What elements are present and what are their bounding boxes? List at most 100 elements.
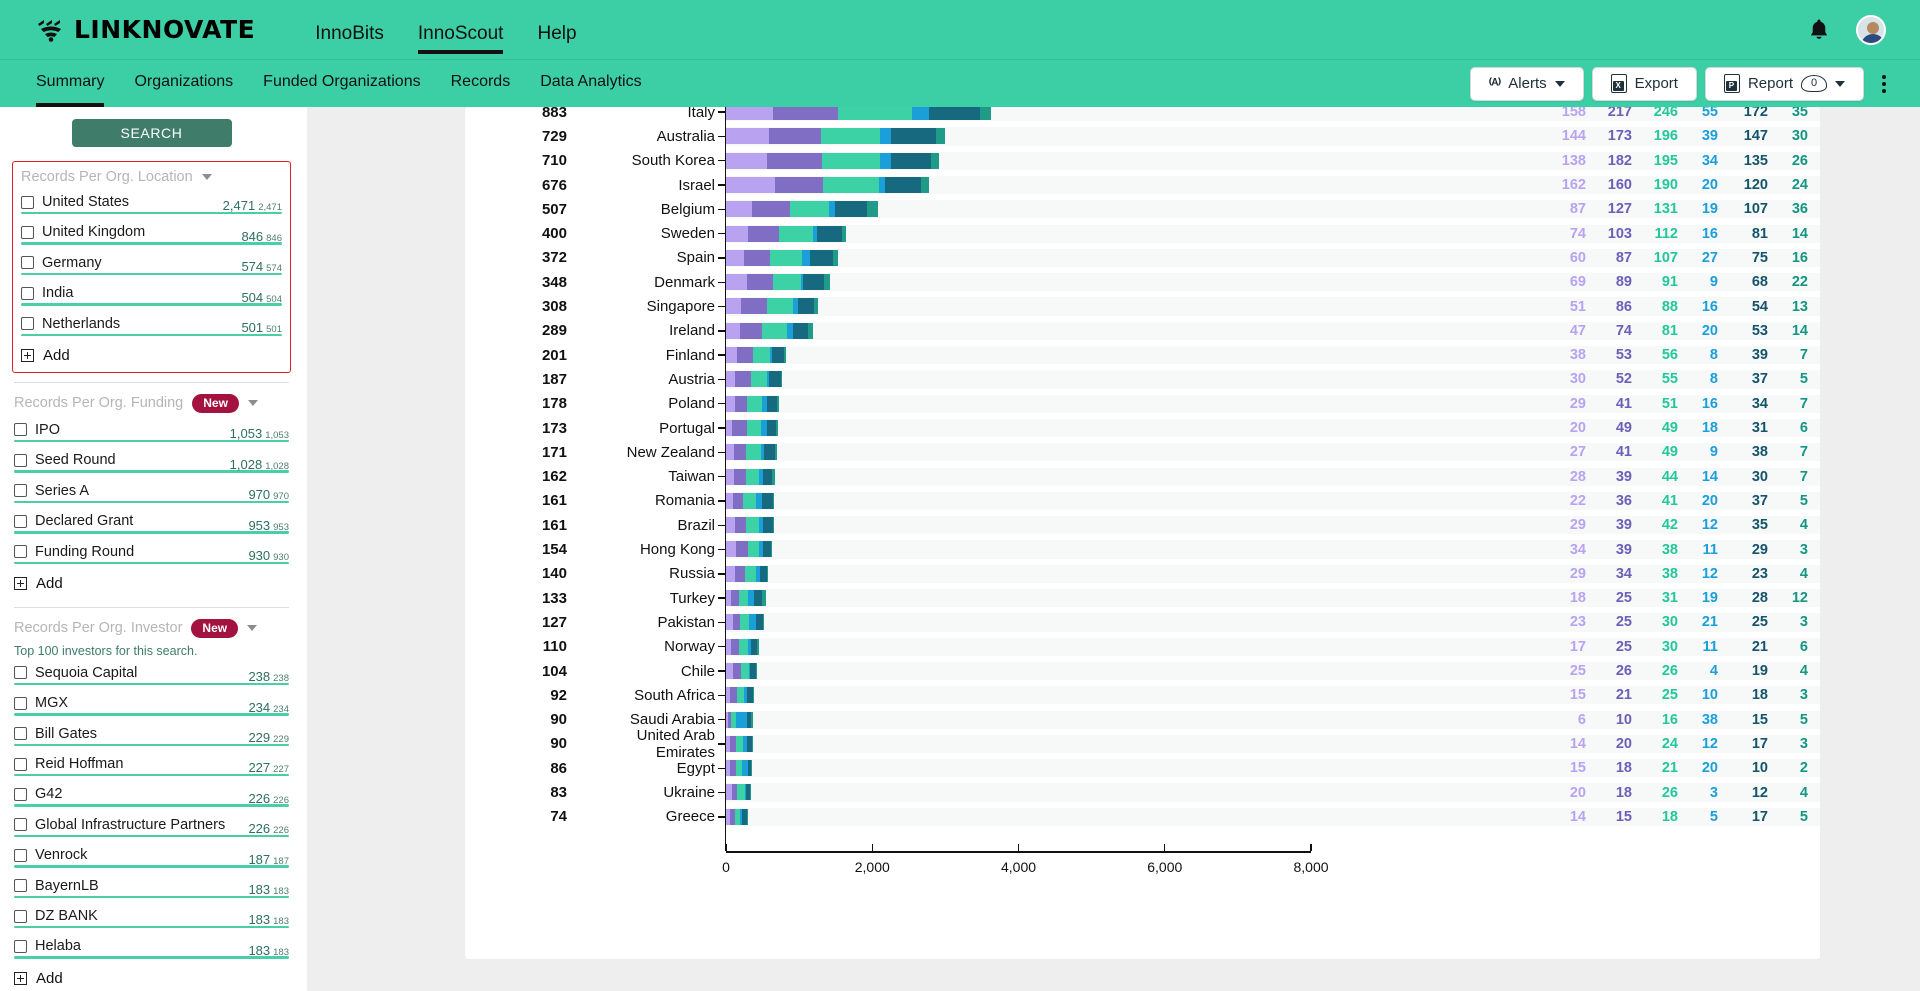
facet-add-button[interactable]: Add (12, 966, 291, 991)
bell-icon[interactable] (1808, 18, 1830, 42)
facet-option[interactable]: Bill Gates 229 229 (12, 723, 291, 753)
facet-checkbox[interactable] (14, 545, 27, 559)
stacked-bar[interactable] (726, 249, 838, 266)
stacked-bar[interactable] (726, 517, 775, 534)
chart-row[interactable]: 133 Turkey 18 25 31 19 28 12 (465, 586, 1820, 610)
chart-row[interactable]: 127 Pakistan 23 25 30 21 25 3 (465, 610, 1820, 634)
chart-row[interactable]: 308 Singapore 51 86 88 16 54 13 (465, 294, 1820, 318)
stacked-bar[interactable] (726, 687, 754, 704)
stacked-bar[interactable] (726, 152, 939, 169)
chart-row[interactable]: 83 Ukraine 20 18 26 3 12 4 (465, 780, 1820, 804)
facet-checkbox[interactable] (14, 757, 27, 771)
tab-records[interactable]: Records (451, 60, 511, 107)
chart-row[interactable]: 289 Ireland 47 74 81 20 53 14 (465, 319, 1820, 343)
chart-row[interactable]: 187 Austria 30 52 55 8 37 5 (465, 367, 1820, 391)
stacked-bar[interactable] (726, 735, 754, 752)
chart-row[interactable]: 883 Italy 158 217 246 55 172 35 (465, 107, 1820, 124)
facet-checkbox[interactable] (14, 484, 27, 498)
tab-organizations[interactable]: Organizations (134, 60, 233, 107)
stacked-bar[interactable] (726, 128, 945, 145)
chart-row[interactable]: 507 Belgium 87 127 131 19 107 36 (465, 197, 1820, 221)
facet-checkbox[interactable] (14, 939, 27, 953)
stacked-bar[interactable] (726, 395, 780, 412)
stacked-bar[interactable] (726, 419, 778, 436)
facet-option[interactable]: Global Infrastructure Partners 226 226 (12, 814, 291, 844)
stacked-bar[interactable] (726, 638, 759, 655)
stacked-bar[interactable] (726, 808, 749, 825)
stacked-bar[interactable] (726, 298, 819, 315)
facet-checkbox[interactable] (14, 453, 27, 467)
facet-option[interactable]: India 504 504 (19, 282, 284, 312)
stacked-bar[interactable] (726, 614, 765, 631)
user-avatar-icon[interactable] (1856, 14, 1886, 45)
facet-option[interactable]: United Kingdom 846 846 (19, 221, 284, 251)
tab-summary[interactable]: Summary (36, 60, 105, 107)
stacked-bar[interactable] (726, 662, 758, 679)
chart-row[interactable]: 90 United Arab Emirates 14 20 24 12 17 3 (465, 727, 1820, 761)
stacked-bar[interactable] (726, 274, 831, 291)
facet-option[interactable]: Funding Round 930 930 (12, 541, 291, 571)
chevron-down-icon[interactable] (247, 400, 258, 407)
facet-header[interactable]: Records Per Org. Investor New (12, 616, 291, 644)
stacked-bar[interactable] (726, 371, 782, 388)
facet-checkbox[interactable] (14, 879, 27, 893)
chart-row[interactable]: 161 Brazil 29 39 42 12 35 4 (465, 513, 1820, 537)
app-logo[interactable]: LINKNOVATE (36, 15, 255, 44)
facet-option[interactable]: G42 226 226 (12, 783, 291, 813)
facet-add-button[interactable]: Add (12, 571, 291, 598)
chart-row[interactable]: 140 Russia 29 34 38 12 23 4 (465, 562, 1820, 586)
facet-checkbox[interactable] (14, 848, 27, 862)
facet-option[interactable]: Helaba 183 183 (12, 935, 291, 965)
chart-row[interactable]: 710 South Korea 138 182 195 34 135 26 (465, 149, 1820, 173)
stacked-bar[interactable] (726, 468, 775, 485)
stacked-bar[interactable] (726, 444, 778, 461)
chart-row[interactable]: 201 Finland 38 53 56 8 39 7 (465, 343, 1820, 367)
stacked-bar[interactable] (726, 225, 846, 242)
facet-header[interactable]: Records Per Org. Location (19, 166, 284, 191)
facet-option[interactable]: IPO 1,053 1,053 (12, 419, 291, 449)
chart-row[interactable]: 162 Taiwan 28 39 44 14 30 7 (465, 465, 1820, 489)
chart-row[interactable]: 173 Portugal 20 49 49 18 31 6 (465, 416, 1820, 440)
stacked-bar[interactable] (726, 590, 766, 606)
facet-option[interactable]: MGX 234 234 (12, 692, 291, 722)
facet-checkbox[interactable] (14, 666, 27, 680)
kebab-menu-icon[interactable] (1872, 69, 1896, 99)
facet-option[interactable]: Germany 574 574 (19, 252, 284, 282)
topnav-item-help[interactable]: Help (537, 24, 576, 54)
topnav-item-innobits[interactable]: InnoBits (315, 24, 384, 54)
stacked-bar[interactable] (726, 711, 753, 728)
facet-checkbox[interactable] (14, 696, 27, 710)
stacked-bar[interactable] (726, 760, 753, 777)
report-button[interactable]: Report 0 (1704, 66, 1864, 101)
chart-row[interactable]: 676 Israel 162 160 190 20 120 24 (465, 173, 1820, 197)
alerts-button[interactable]: ⁽ᴬ⁾ Alerts (1469, 66, 1584, 101)
chart-row[interactable]: 372 Spain 60 87 107 27 75 16 (465, 246, 1820, 270)
facet-option[interactable]: Declared Grant 953 953 (12, 510, 291, 540)
facet-option[interactable]: Seed Round 1,028 1,028 (12, 449, 291, 479)
facet-checkbox[interactable] (14, 909, 27, 923)
facet-option[interactable]: Sequoia Capital 238 238 (12, 662, 291, 692)
topnav-item-innoscout[interactable]: InnoScout (417, 24, 504, 54)
facet-checkbox[interactable] (21, 286, 34, 300)
facet-checkbox[interactable] (14, 423, 27, 437)
facet-option[interactable]: United States 2,471 2,471 (19, 191, 284, 221)
stacked-bar[interactable] (726, 176, 929, 193)
search-button[interactable]: SEARCH (71, 119, 232, 147)
chevron-down-icon[interactable] (247, 625, 258, 632)
chart-row[interactable]: 104 Chile 25 26 26 4 19 4 (465, 659, 1820, 683)
chart-row[interactable]: 171 New Zealand 27 41 49 9 38 7 (465, 440, 1820, 464)
facet-checkbox[interactable] (14, 818, 27, 832)
facet-option[interactable]: BayernLB 183 183 (12, 875, 291, 905)
stacked-bar[interactable] (726, 347, 787, 363)
facet-checkbox[interactable] (21, 195, 34, 209)
chart-row[interactable]: 729 Australia 144 173 196 39 147 30 (465, 124, 1820, 148)
stacked-bar[interactable] (726, 492, 775, 509)
facet-header[interactable]: Records Per Org. Funding New (12, 391, 291, 419)
stacked-bar[interactable] (726, 107, 991, 120)
facet-checkbox[interactable] (14, 514, 27, 528)
facet-checkbox[interactable] (21, 317, 34, 331)
stacked-bar[interactable] (726, 565, 768, 582)
chart-row[interactable]: 86 Egypt 15 18 21 20 10 2 (465, 756, 1820, 780)
facet-option[interactable]: DZ BANK 183 183 (12, 905, 291, 935)
facet-checkbox[interactable] (21, 256, 34, 270)
